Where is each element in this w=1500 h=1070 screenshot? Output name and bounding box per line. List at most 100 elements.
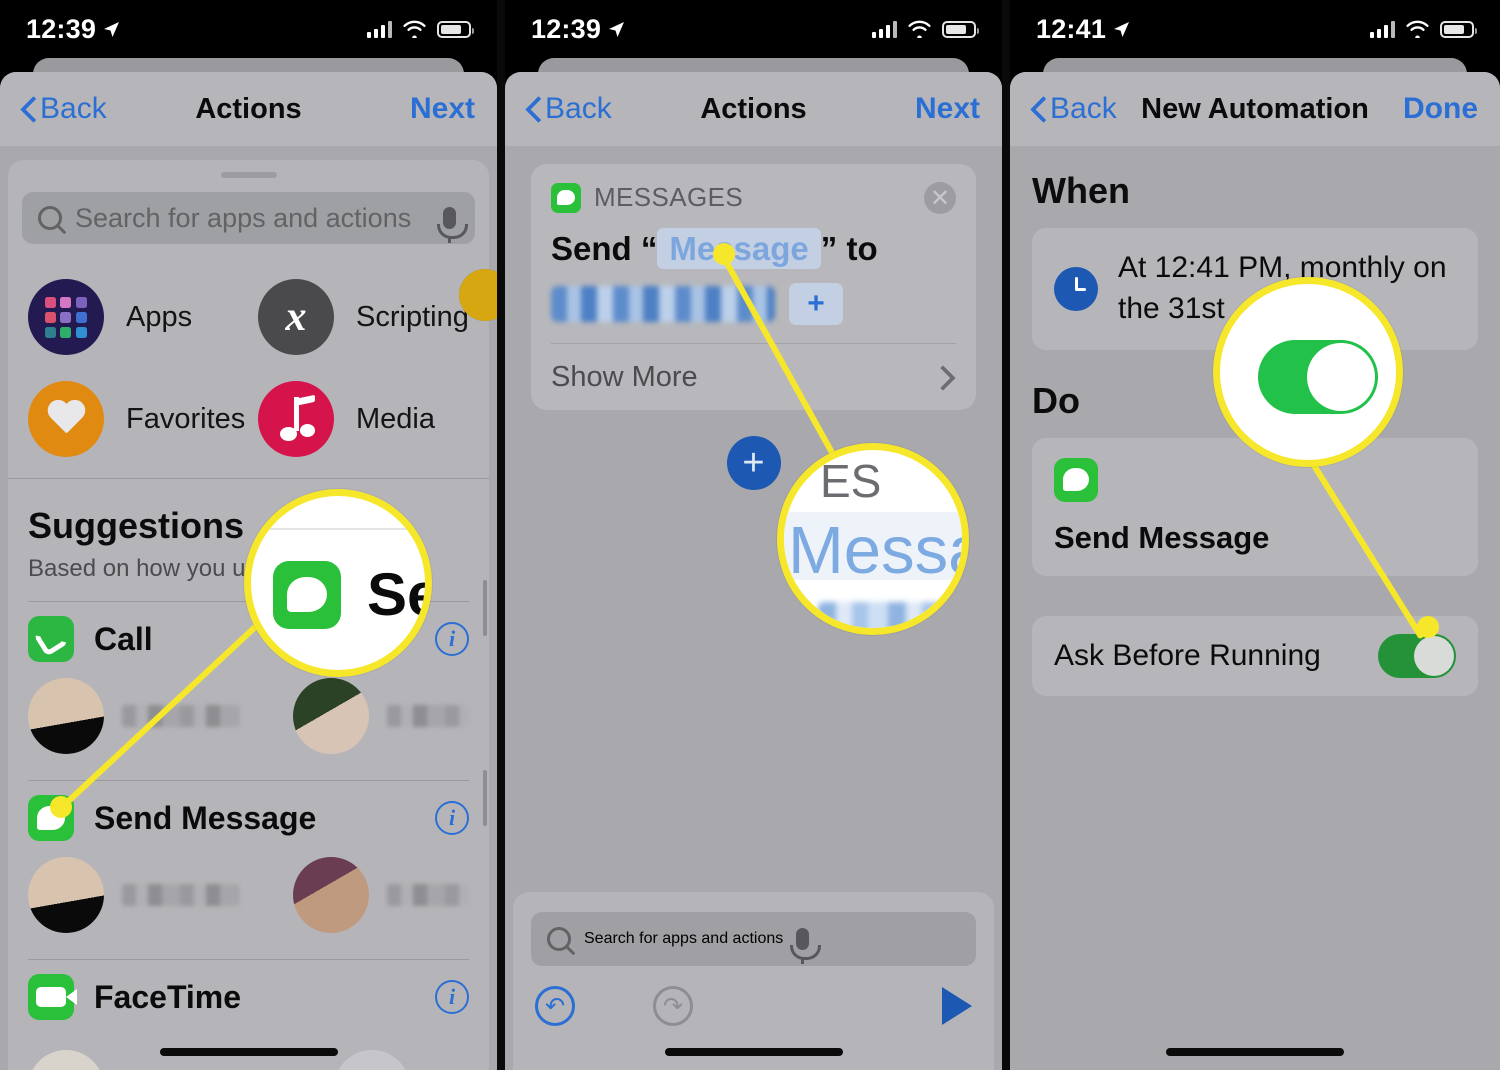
microphone-icon[interactable] [437,207,468,243]
action-text-before: Send “ [551,230,658,267]
category-row: Apps x Scripting [8,266,497,368]
status-bar-time: 12:39 [531,13,602,44]
contact-name-blurred [122,705,240,727]
loupe-content: Send [273,560,425,629]
category-favorites[interactable]: Favorites [28,381,258,457]
battery-icon [1440,20,1477,38]
apps-grid-icon [28,279,104,355]
contact-suggestion-row [8,662,489,754]
search-input[interactable]: Search for apps and actions [531,912,976,966]
chevron-left-icon [22,97,35,121]
avatar[interactable] [293,857,370,933]
category-label: Media [356,402,435,435]
action-item-label: Call [94,620,153,657]
status-bar-time-group: 12:39 [531,14,625,45]
action-item-label: FaceTime [94,978,242,1015]
contact-suggestion-row [8,1020,489,1070]
navigation-bar: Back Actions Next [505,72,1002,146]
contact-name-blurred [387,705,469,727]
scrollbar[interactable] [483,770,487,826]
ask-before-running-toggle[interactable] [1378,633,1456,678]
play-icon[interactable] [942,987,972,1025]
messages-icon [273,560,341,629]
screenshot-stage: 12:39 Back Actions Next Search for apps … [0,0,1500,1070]
home-indicator [1010,1048,1500,1056]
category-row: Favorites Media [8,269,497,470]
add-recipient-button[interactable]: + [789,283,843,326]
category-scripting[interactable]: x Scripting [258,279,469,355]
panel-divider [1002,0,1010,1070]
status-bar-indicators [1369,20,1477,38]
back-button[interactable]: Back [527,92,612,126]
toolbar-buttons: ↶ ↷ [513,966,994,1026]
close-circle-icon[interactable]: ✕ [924,182,956,214]
show-more-label: Show More [551,360,698,393]
show-more-button[interactable]: Show More [551,344,956,410]
wifi-icon [403,20,426,38]
back-button[interactable]: Back [1032,92,1117,126]
panel-actions-browse: 12:39 Back Actions Next Search for apps … [0,0,497,1070]
zoom-callout-send-message: Send [244,489,432,677]
sheet-grabber[interactable] [220,172,277,178]
search-placeholder: Search for apps and actions [75,202,412,233]
chevron-left-icon [1032,97,1045,121]
clock-icon [1054,266,1098,311]
category-apps[interactable]: Apps [28,279,258,355]
back-button[interactable]: Back [22,92,107,126]
action-text-after: ” to [820,230,878,267]
search-icon [547,927,571,951]
microphone-icon[interactable] [790,928,822,964]
bottom-toolbar: Search for apps and actions ↶ ↷ [513,892,994,1070]
done-button[interactable]: Done [1403,92,1478,126]
loupe-divider [251,528,425,530]
panel-divider [497,0,505,1070]
info-icon[interactable]: i [435,801,469,835]
action-card-messages[interactable]: MESSAGES ✕ Send “Message” to + Show More [531,164,976,411]
info-icon[interactable]: i [435,622,469,656]
messages-icon [551,182,581,213]
status-bar-indicators [871,20,979,38]
panel-new-automation: 12:41 Back New Automation Done When At 1… [1010,0,1500,1070]
cellular-signal-icon [871,20,897,38]
navigation-bar: Back New Automation Done [1010,72,1500,146]
next-button[interactable]: Next [915,92,980,126]
status-bar-time-group: 12:41 [1036,14,1130,45]
chevron-right-icon [944,367,956,387]
messages-icon [1054,457,1098,502]
search-input[interactable]: Search for apps and actions [22,192,475,244]
back-button-label: Back [1050,92,1117,125]
zoom-callout-toggle [1213,277,1403,467]
message-token[interactable]: Message [657,228,821,269]
zoom-callout-message-token: ES Message [777,443,969,635]
avatar[interactable] [293,678,370,754]
avatar[interactable] [28,678,104,754]
action-item-facetime[interactable]: FaceTime i [8,960,489,1020]
add-action-button[interactable]: + [726,436,781,491]
search-icon [38,206,62,230]
next-button[interactable]: Next [410,92,475,126]
redo-icon[interactable]: ↷ [653,986,693,1026]
location-arrow-icon [104,21,120,37]
location-arrow-icon [1114,21,1130,37]
phone-icon [28,616,74,662]
battery-icon [942,20,979,38]
action-card-header: MESSAGES [551,182,956,213]
scrollbar[interactable] [483,580,487,636]
info-icon[interactable]: i [435,980,469,1014]
contact-name-blurred [387,884,469,906]
music-note-icon [258,381,334,457]
category-label: Favorites [126,402,246,435]
avatar[interactable] [28,857,104,933]
back-button-label: Back [545,92,612,125]
heart-icon [28,381,104,457]
status-bar-time: 12:41 [1036,13,1107,44]
status-bar-indicators [366,20,474,38]
battery-icon [437,20,474,38]
undo-icon[interactable]: ↶ [535,986,575,1026]
action-item-label: Send Message [94,799,317,836]
facetime-icon [28,974,77,1020]
callout-anchor-dot [713,243,735,265]
panel-actions-configured: 12:39 Back Actions Next MESSAGES ✕ Send … [505,0,1002,1070]
category-media[interactable]: Media [258,381,435,457]
loupe-toggle [1258,340,1378,414]
